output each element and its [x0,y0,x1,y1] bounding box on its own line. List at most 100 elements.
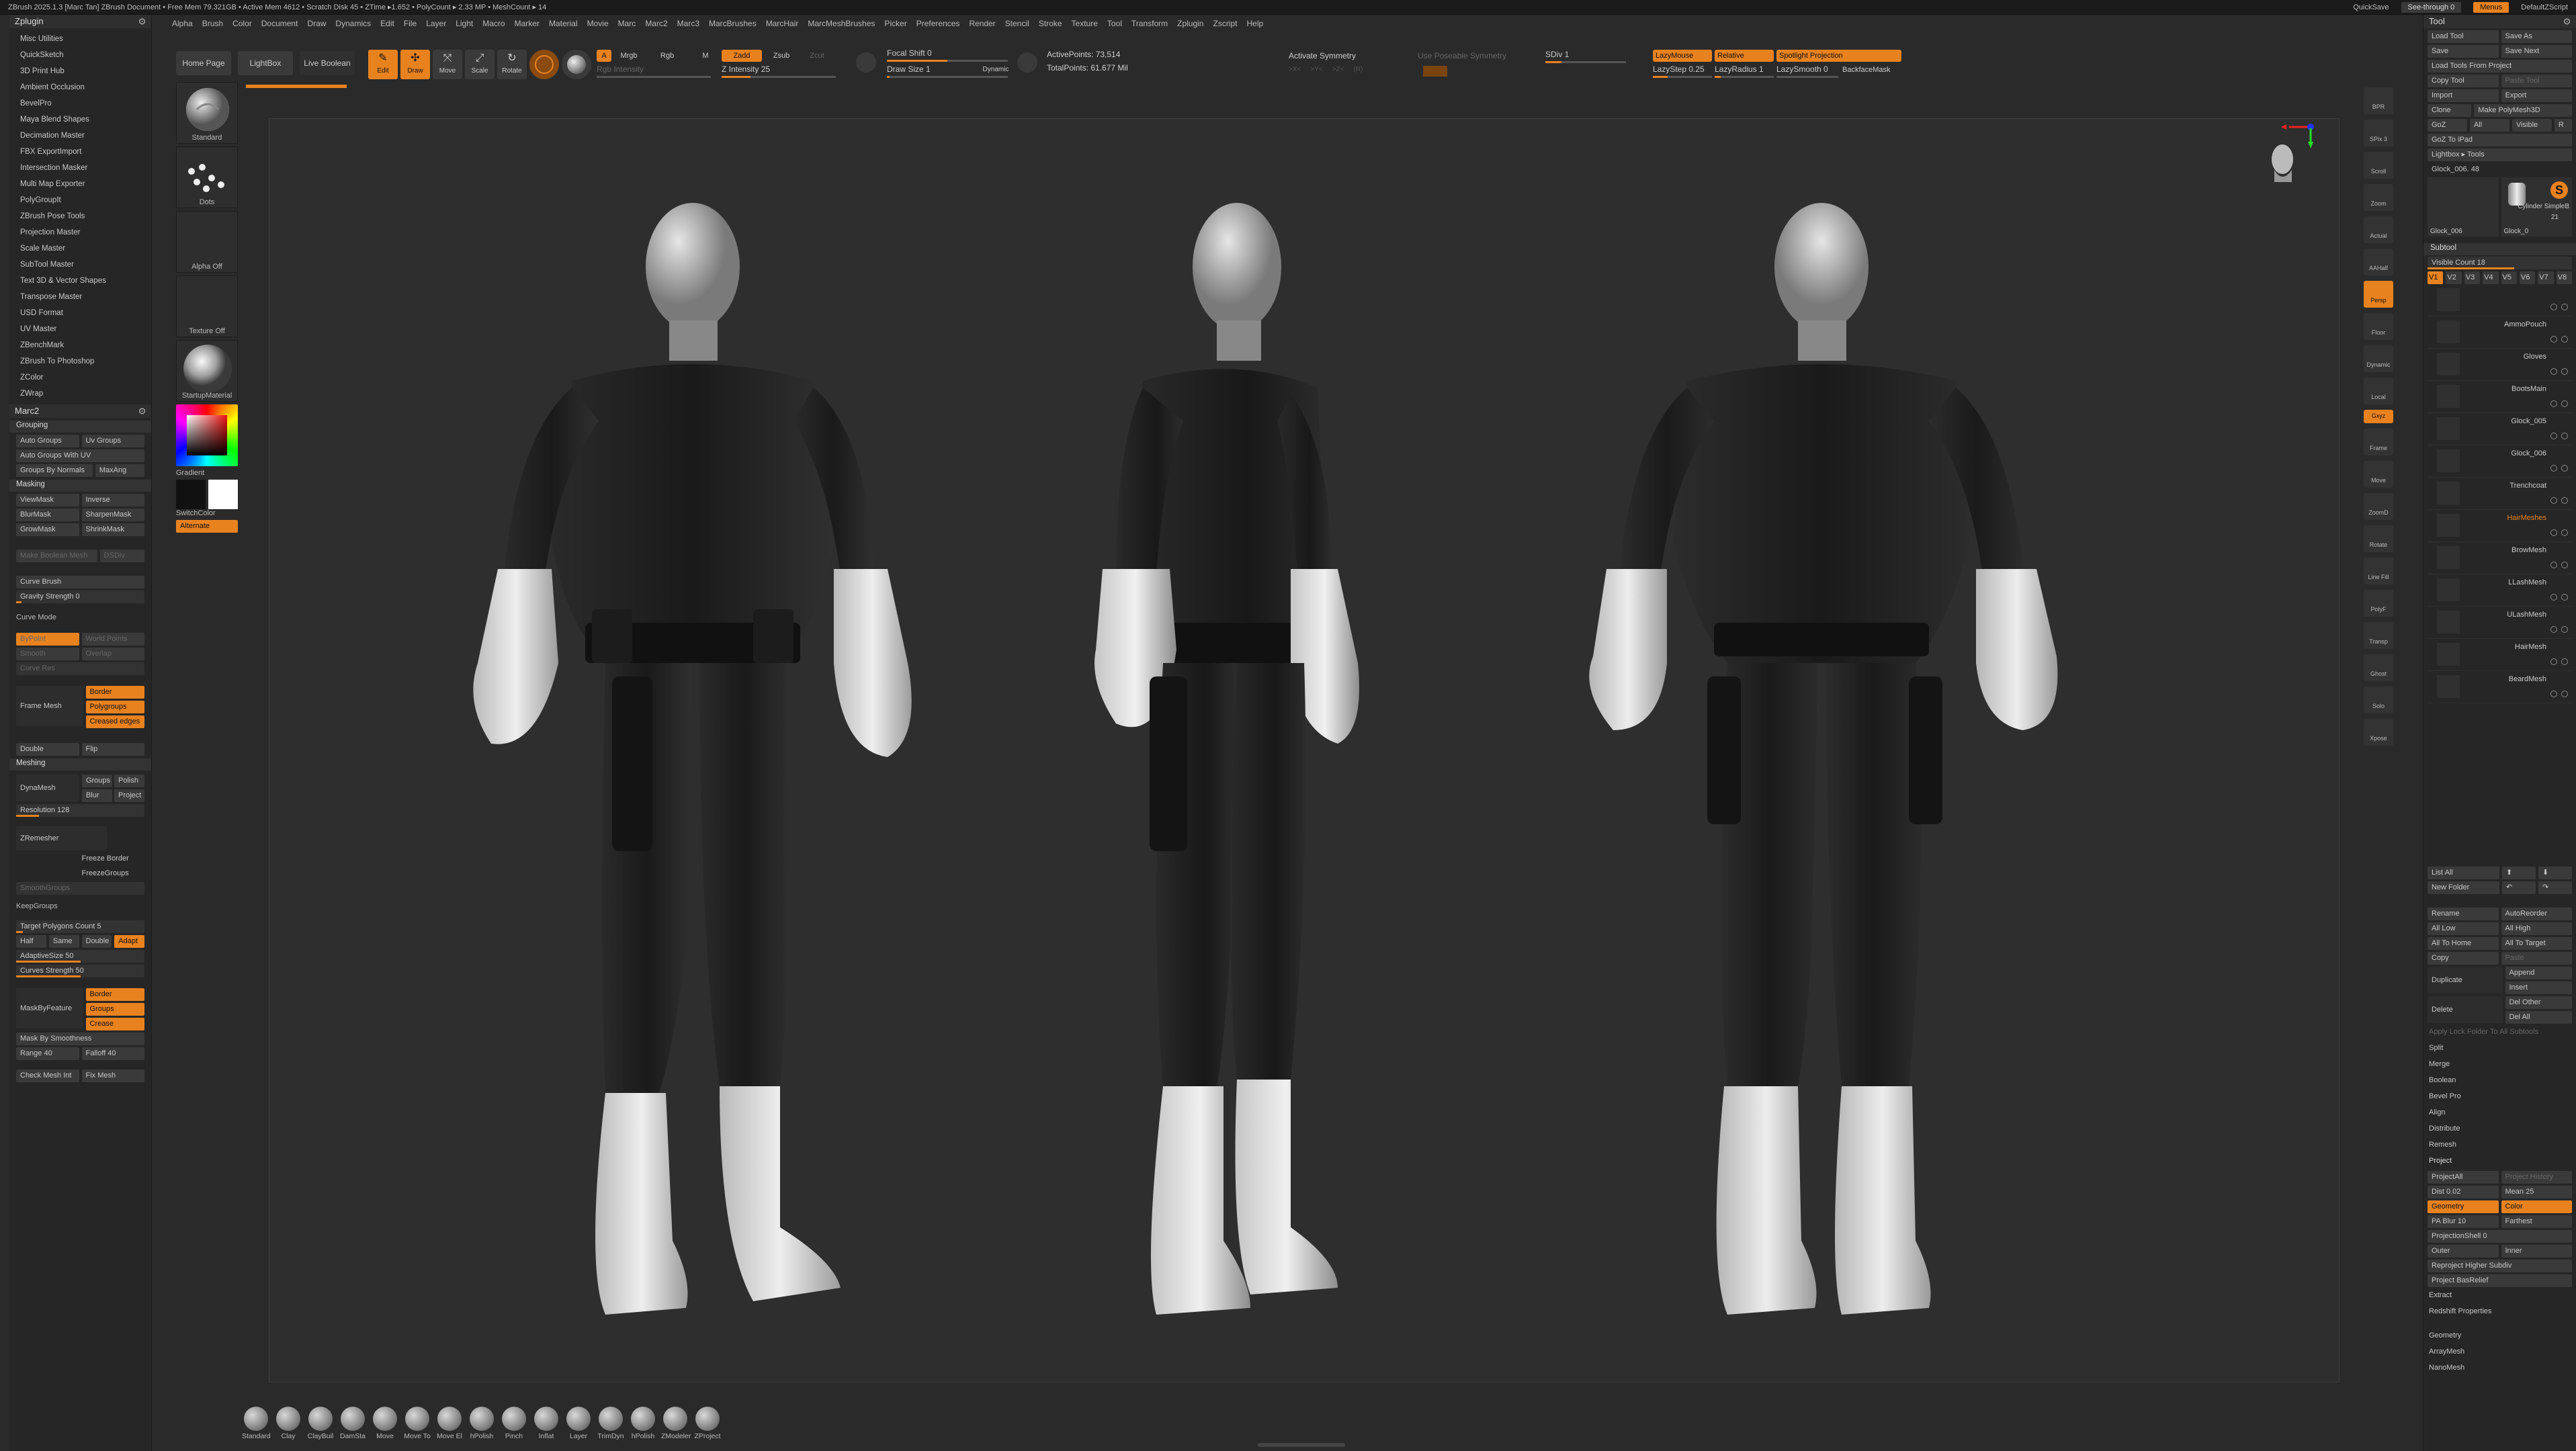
eye-icon[interactable] [2561,304,2568,310]
menu-zplugin[interactable]: Zplugin [1177,19,1203,28]
home-page-button[interactable]: Home Page [176,51,231,75]
plugin-item[interactable]: Maya Blend Shapes [20,112,151,128]
brush-slot[interactable]: ClayBuil [306,1407,335,1440]
plugin-item[interactable]: ZBenchMark [20,337,151,353]
z-intensity-slider[interactable]: Z Intensity 25 [722,64,836,78]
project-history-button[interactable]: Project History [2501,1171,2572,1184]
import-button[interactable]: Import [2428,89,2499,102]
nav-spix-3-button[interactable]: SPix 3 [2364,120,2393,146]
edit-button[interactable]: ✎ Edit [368,50,398,79]
projection-shell-slider[interactable]: ProjectionShell 0 [2428,1230,2572,1243]
quicksave-button[interactable]: QuickSave [2353,3,2389,11]
mbf-border-button[interactable]: Border [85,988,144,1001]
menu-stroke[interactable]: Stroke [1039,19,1062,28]
menu-marchair[interactable]: MarcHair [766,19,799,28]
menu-stencil[interactable]: Stencil [1005,19,1029,28]
current-tool-slider[interactable]: Glock_006. 48 [2428,163,2572,176]
align-menu[interactable]: Align [2423,1104,2576,1120]
smooth-groups-slider[interactable]: SmoothGroups [16,882,144,895]
make-polymesh-button[interactable]: Make PolyMesh3D [2474,104,2572,117]
plugin-item[interactable]: Scale Master [20,240,151,257]
symmetry-m-button[interactable] [1423,66,1447,77]
meshing-header[interactable]: Meshing [9,758,151,771]
polypaint-toggle-icon[interactable] [2550,304,2557,310]
make-boolean-mesh-button[interactable]: Make Boolean Mesh [16,549,97,562]
polypaint-toggle-icon[interactable] [2550,368,2557,375]
half-button[interactable]: Half [16,935,46,948]
visibility-tab[interactable]: V5 [2501,271,2517,284]
nav-dynamic-button[interactable]: Dynamic [2364,345,2393,372]
subtool-row[interactable]: ULashMesh [2428,607,2572,639]
brush-slot[interactable]: ZProject [693,1407,722,1440]
mbf-groups-button[interactable]: Groups [85,1003,144,1016]
menu-marcmeshbrushes[interactable]: MarcMeshBrushes [808,19,875,28]
rgb-button[interactable]: Rgb [657,50,677,62]
nav-solo-button[interactable]: Solo [2364,687,2393,713]
duplicate-button[interactable]: Duplicate [2428,967,2503,994]
zremesher-button[interactable]: ZRemesher [16,826,107,850]
clone-button[interactable]: Clone [2428,104,2472,117]
lightbox-tools-button[interactable]: Lightbox ▸ Tools [2428,148,2572,161]
nav-gxyz-button[interactable]: Gxyz [2364,410,2393,423]
menu-macro[interactable]: Macro [482,19,505,28]
focal-shift-slider[interactable]: Focal Shift 0 [887,48,1008,62]
mrgb-button[interactable]: Mrgb [614,50,644,62]
eye-icon[interactable] [2561,465,2568,472]
polypaint-toggle-icon[interactable] [2550,594,2557,601]
plugin-item[interactable]: QuickSketch [20,47,151,63]
tool-palette-title[interactable]: Tool ⊙ [2423,15,2576,28]
delete-button[interactable]: Delete [2428,996,2503,1023]
rename-button[interactable]: Rename [2428,908,2499,920]
copy-button[interactable]: Copy [2428,952,2499,965]
brush-slot[interactable]: Move To [403,1407,431,1440]
subtool-row[interactable]: BeardMesh [2428,671,2572,703]
menu-material[interactable]: Material [549,19,578,28]
subtool-row[interactable]: BrowMesh [2428,542,2572,574]
subtool-row[interactable]: Glock_006 [2428,445,2572,478]
subtool-row[interactable]: BootsMain [2428,381,2572,413]
plugin-item[interactable]: 3D Print Hub [20,63,151,79]
dyn-groups-button[interactable]: Groups [81,775,112,787]
save-as-button[interactable]: Save As [2501,30,2572,43]
frame-polygroups-button[interactable]: Polygroups [85,701,144,713]
redshift-properties-menu[interactable]: Redshift Properties [2423,1303,2576,1319]
nav-actual-button[interactable]: Actual [2364,216,2393,243]
plugin-item[interactable]: Transpose Master [20,289,151,305]
eye-icon[interactable] [2561,626,2568,633]
menu-edit[interactable]: Edit [380,19,394,28]
adaptive-size-slider[interactable]: AdaptiveSize 50 [16,950,144,963]
polypaint-toggle-icon[interactable] [2550,336,2557,343]
plugin-item[interactable]: UV Master [20,321,151,337]
polypaint-toggle-icon[interactable] [2550,465,2557,472]
switch-color-button[interactable]: SwitchColor [176,509,241,517]
brush-slot[interactable]: Pinch [500,1407,528,1440]
subtool-row[interactable]: AmmoPouch [2428,316,2572,349]
focal-shift-toggle[interactable] [856,52,876,73]
alternate-button[interactable]: Alternate [176,520,238,533]
range-slider[interactable]: Range 40 [16,1047,79,1060]
nav-aahalf-button[interactable]: AAHalf [2364,249,2393,275]
menu-layer[interactable]: Layer [426,19,446,28]
plugin-item[interactable]: Multi Map Exporter [20,176,151,192]
relative-button[interactable]: Relative [1715,50,1774,62]
grouping-header[interactable]: Grouping [9,421,151,433]
alpha-thumbnail[interactable]: Alpha Off [176,211,238,273]
copy-tool-button[interactable]: Copy Tool [2428,75,2499,87]
extract-menu[interactable]: Extract [2423,1287,2576,1303]
by-point-button[interactable]: ByPoint [16,633,79,646]
geometry-toggle[interactable]: Geometry [2428,1200,2499,1213]
frame-border-button[interactable]: Border [85,686,144,699]
nav-polyf-button[interactable]: PolyF [2364,590,2393,617]
menu-preferences[interactable]: Preferences [916,19,960,28]
bottom-scroll-handle[interactable] [1258,1443,1345,1447]
plugin-item[interactable]: Decimation Master [20,128,151,144]
polypaint-toggle-icon[interactable] [2550,497,2557,504]
outer-button[interactable]: Outer [2428,1245,2499,1258]
visibility-tab[interactable]: V2 [2446,271,2462,284]
texture-thumbnail[interactable]: Texture Off [176,275,238,337]
menu-marcbrushes[interactable]: MarcBrushes [709,19,757,28]
character-side-view[interactable] [1022,193,1425,1335]
auto-groups-button[interactable]: Auto Groups [16,435,79,447]
m-button[interactable]: M [699,50,712,62]
activate-symmetry-button[interactable]: Activate Symmetry [1289,51,1356,60]
